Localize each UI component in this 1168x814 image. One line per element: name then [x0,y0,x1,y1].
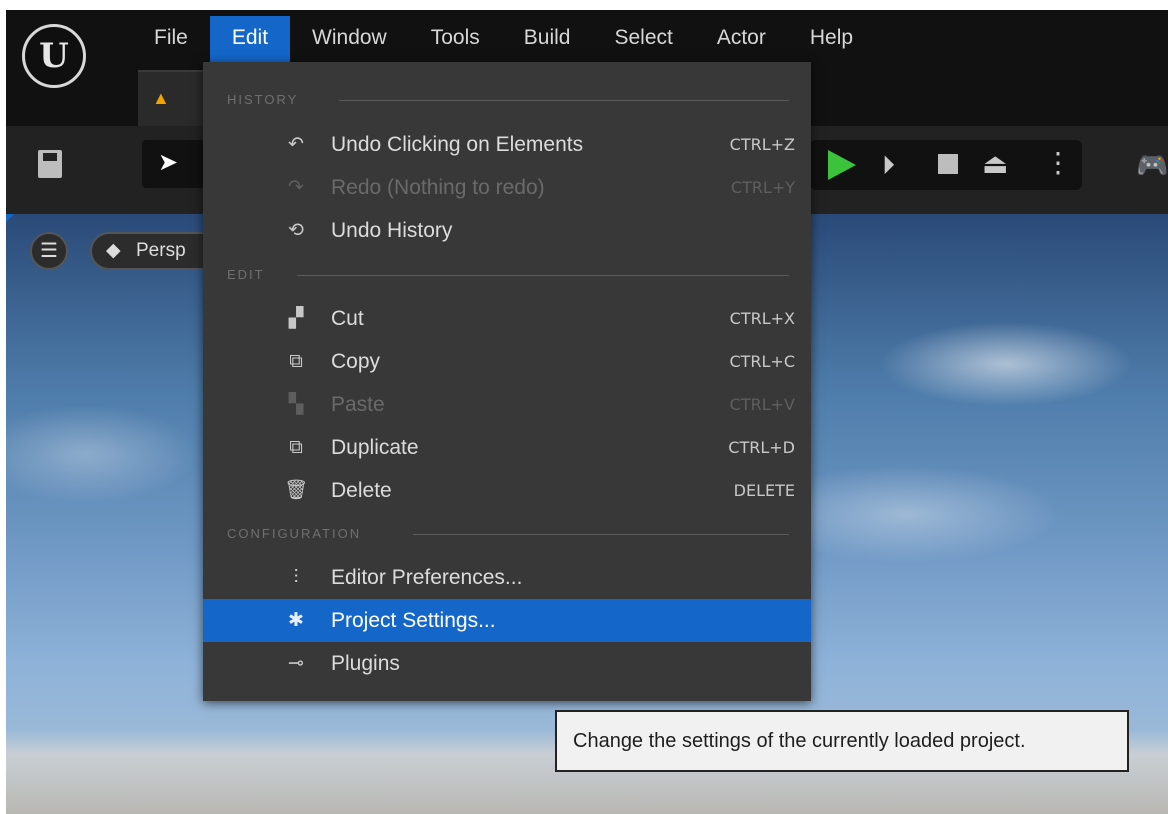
menu-item-editor-preferences[interactable]: ⫶ Editor Preferences... [203,556,811,599]
eject-icon[interactable]: ⏏ [982,150,1008,178]
menu-item-label: Editor Preferences... [331,566,523,589]
section-header-configuration: CONFIGURATION [227,526,362,541]
selection-mode-button[interactable]: ➤ [142,140,206,188]
divider [297,275,789,276]
menu-item-undo-history[interactable]: ⟲ Undo History [203,209,811,252]
undo-icon: ↶ [288,134,304,155]
frame-border [0,0,1168,10]
menu-bar: File Edit Window Tools Build Select Acto… [132,16,875,66]
shortcut-label: CTRL+C [729,352,795,371]
menu-item-label: Project Settings... [331,609,496,632]
section-header-history: HISTORY [227,92,299,107]
menu-item-project-settings[interactable]: ✱ Project Settings... [203,599,811,642]
shortcut-label: DELETE [733,481,795,500]
viewport-menu-button[interactable]: ☰ [30,232,68,270]
menu-edit[interactable]: Edit [209,16,291,66]
stop-icon[interactable] [938,154,958,174]
menu-item-label: Copy [331,350,381,373]
menu-item-delete[interactable]: 🗑 Delete DELETE [203,469,811,512]
menu-item-label: Paste [331,393,385,416]
divider [339,100,789,101]
section-header-edit: EDIT [227,267,265,282]
save-icon[interactable] [38,150,62,178]
menu-item-undo[interactable]: ↶ Undo Clicking on Elements CTRL+Z [203,123,811,166]
shortcut-label: CTRL+D [728,438,795,457]
menu-actor[interactable]: Actor [695,16,788,66]
shortcut-label: CTRL+Y [730,178,795,197]
cube-icon: ◆ [106,240,121,261]
skip-icon[interactable]: ⏵ [882,152,895,178]
shortcut-label: CTRL+V [729,395,795,414]
menu-item-paste: ▚ Paste CTRL+V [203,383,811,426]
menu-file[interactable]: File [132,16,210,66]
menu-help[interactable]: Help [788,16,875,66]
trash-icon: 🗑 [283,480,309,501]
tooltip: Change the settings of the currently loa… [555,710,1129,772]
menu-build[interactable]: Build [502,16,593,66]
project-settings-icon: ✱ [288,610,304,631]
undo-history-icon: ⟲ [288,220,304,241]
perspective-label: Persp [136,240,186,261]
level-tab[interactable]: ▲ [138,70,210,127]
viewport-focus-indicator [6,214,14,222]
divider [413,534,789,535]
menu-item-label: Duplicate [331,436,419,459]
duplicate-icon: ⧉ [289,437,303,458]
menu-item-redo: ↷ Redo (Nothing to redo) CTRL+Y [203,166,811,209]
plug-icon: ⊸ [288,653,304,674]
menu-item-label: Redo (Nothing to redo) [331,176,545,199]
menu-tools[interactable]: Tools [409,16,502,66]
sliders-icon: ⫶ [293,567,299,588]
menu-item-label: Delete [331,479,392,502]
menu-item-cut[interactable]: ▞ Cut CTRL+X [203,297,811,340]
menu-window[interactable]: Window [290,16,409,66]
unreal-logo-icon[interactable]: U [22,24,86,88]
shortcut-label: CTRL+Z [729,135,795,154]
play-icon[interactable] [828,150,856,180]
menu-item-duplicate[interactable]: ⧉ Duplicate CTRL+D [203,426,811,469]
menu-item-label: Plugins [331,652,400,675]
more-options-icon[interactable]: ⋮ [1044,148,1072,178]
cursor-icon: ➤ [158,149,179,176]
menu-item-copy[interactable]: ⧉ Copy CTRL+C [203,340,811,383]
redo-icon: ↷ [288,177,304,198]
menu-item-label: Cut [331,307,364,330]
menu-item-label: Undo Clicking on Elements [331,133,584,156]
level-icon: ▲ [152,88,170,108]
paste-icon: ▚ [288,394,304,415]
copy-icon: ⧉ [289,351,303,372]
menu-select[interactable]: Select [592,16,694,66]
cut-icon: ▞ [288,308,304,329]
play-controls: ⏵ ⏏ ⋮ [810,140,1082,190]
shortcut-label: CTRL+X [729,309,795,328]
gamepad-icon[interactable]: 🎮 [1136,150,1168,181]
edit-menu-dropdown: HISTORY ↶ Undo Clicking on Elements CTRL… [203,62,811,701]
menu-item-label: Undo History [331,219,453,242]
menu-item-plugins[interactable]: ⊸ Plugins [203,642,811,685]
